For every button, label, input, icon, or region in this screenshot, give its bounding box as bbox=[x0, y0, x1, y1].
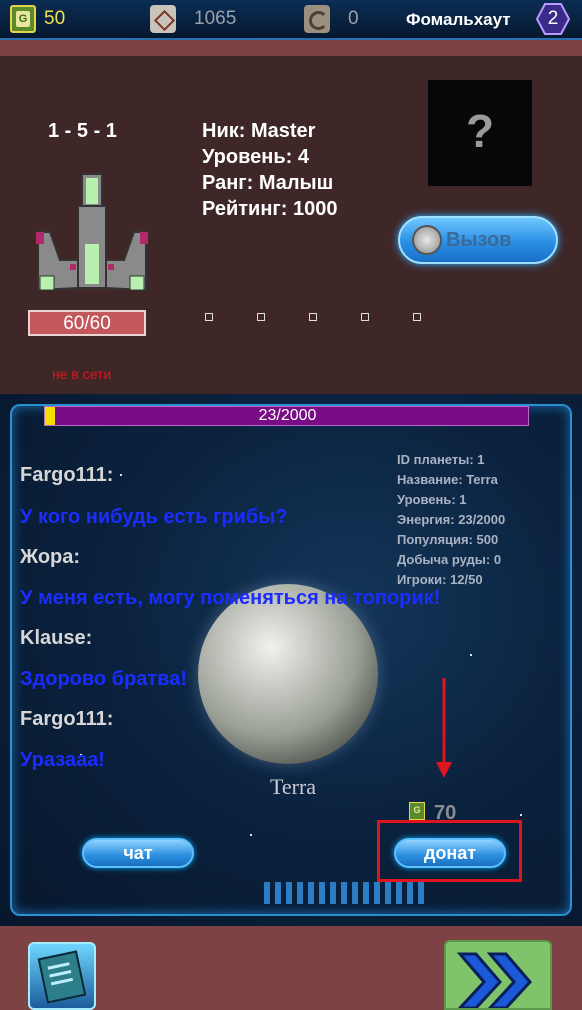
hp-value: 60/60 bbox=[63, 313, 111, 334]
resource-bar: G 50 1065 0 Фомальхаут 2 bbox=[0, 0, 582, 40]
sector-badge[interactable]: 2 bbox=[535, 3, 571, 35]
chat-message: У меня есть, могу поменяться на топорик! bbox=[20, 587, 441, 609]
chat-author: Klause: bbox=[20, 627, 93, 649]
spirals-value: 0 bbox=[348, 8, 359, 29]
slot-indicator bbox=[205, 313, 213, 321]
planet-info-name: Название: Terra bbox=[397, 472, 498, 487]
next-button[interactable] bbox=[444, 940, 552, 1010]
double-chevron-right-icon bbox=[456, 952, 533, 1008]
scroll-menu-button[interactable] bbox=[28, 942, 96, 1010]
energy-progress-bar: 23/2000 bbox=[44, 406, 529, 426]
crystals-value: 1065 bbox=[194, 8, 237, 29]
energy-progress-text: 23/2000 bbox=[258, 407, 317, 424]
chat-author: Жора: bbox=[20, 546, 81, 568]
player-panel: 1 - 5 - 1 60/60 не в сети Ник: Master Ур… bbox=[0, 56, 582, 394]
chat-author: Fargo111: bbox=[20, 464, 114, 486]
sector-number: 2 bbox=[547, 8, 559, 29]
slot-indicator bbox=[257, 313, 265, 321]
challenge-button-label: Вызов bbox=[446, 229, 512, 251]
hp-bar: 60/60 bbox=[28, 310, 146, 336]
top-divider bbox=[0, 40, 582, 56]
status-text: не в сети bbox=[52, 366, 112, 382]
planet-info-players: Игроки: 12/50 bbox=[397, 572, 483, 587]
crystal-icon bbox=[150, 5, 176, 33]
rank: Ранг: Малыш bbox=[202, 172, 334, 194]
bottom-bar bbox=[0, 926, 582, 1010]
donate-button[interactable]: донат bbox=[394, 838, 506, 868]
lion-emblem-icon bbox=[412, 225, 442, 255]
avatar: ? bbox=[428, 80, 532, 186]
planet-label: Terra bbox=[269, 774, 317, 799]
chat-message: У кого нибудь есть грибы? bbox=[20, 506, 288, 528]
donate-coin-icon: G bbox=[409, 802, 425, 820]
planet-info-level: Уровень: 1 bbox=[397, 492, 467, 507]
level: Уровень: 4 bbox=[202, 146, 309, 168]
planet-info-ore: Добыча руды: 0 bbox=[397, 552, 502, 567]
avatar-placeholder: ? bbox=[465, 105, 495, 157]
chat-message: Уразааа! bbox=[20, 749, 105, 771]
slot-indicator bbox=[309, 313, 317, 321]
annotation-arrow bbox=[436, 678, 452, 778]
bottom-stripes bbox=[264, 882, 424, 904]
planet-name: Фомальхаут bbox=[406, 10, 511, 29]
coordinates: 1 - 5 - 1 bbox=[48, 120, 117, 142]
planet-info-energy: Энергия: 23/2000 bbox=[397, 512, 506, 527]
scroll-icon bbox=[37, 950, 87, 1004]
chat-author: Fargo111: bbox=[20, 708, 114, 730]
coins-value: 50 bbox=[44, 8, 66, 29]
planet-info-id: ID планеты: 1 bbox=[397, 452, 485, 467]
chat-button-label: чат bbox=[123, 843, 153, 863]
nickname: Ник: Master bbox=[202, 120, 316, 142]
slot-indicator bbox=[413, 313, 421, 321]
rating: Рейтинг: 1000 bbox=[202, 198, 338, 220]
chat-message: Здорово братва! bbox=[20, 668, 187, 690]
spiral-icon bbox=[304, 5, 330, 33]
slot-indicator bbox=[361, 313, 369, 321]
donate-button-label: донат bbox=[423, 843, 477, 863]
planet-image[interactable] bbox=[198, 584, 378, 764]
planet-info-population: Популяция: 500 bbox=[397, 532, 499, 547]
chat-button[interactable]: чат bbox=[82, 838, 194, 868]
spaceship-icon bbox=[36, 173, 148, 292]
challenge-button[interactable]: Вызов bbox=[398, 216, 558, 264]
coin-icon: G bbox=[10, 5, 36, 33]
